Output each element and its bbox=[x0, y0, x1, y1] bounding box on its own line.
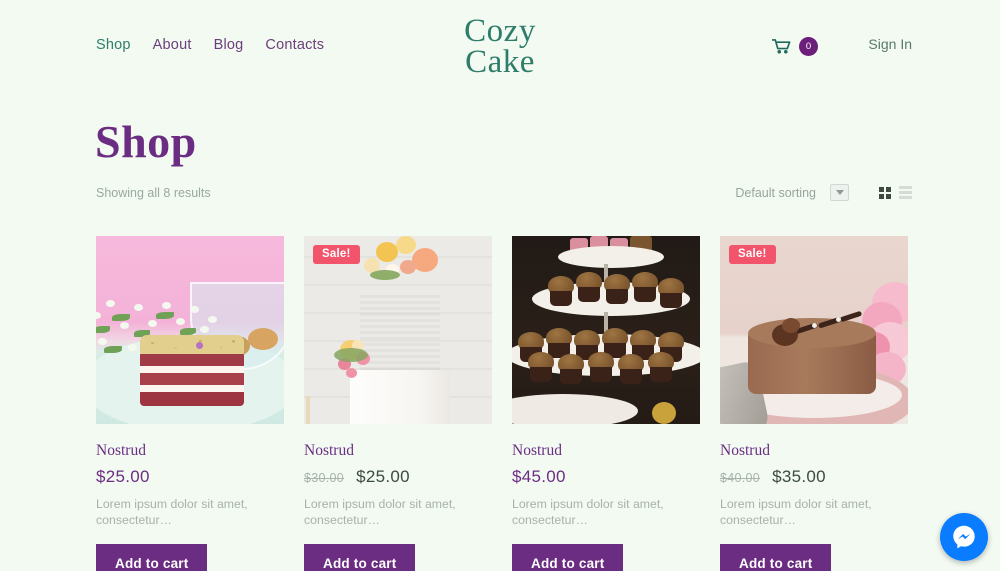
results-count: Showing all 8 results bbox=[96, 186, 211, 200]
product-price: $40.00 $35.00 bbox=[720, 467, 908, 487]
add-to-cart-button[interactable]: Add to cart bbox=[96, 544, 208, 571]
product-grid: Nostrud $25.00 Lorem ipsum dolor sit ame… bbox=[96, 236, 908, 571]
facebook-messenger-button[interactable] bbox=[940, 513, 988, 561]
product-title[interactable]: Nostrud bbox=[512, 442, 700, 460]
site-header: Shop About Blog Contacts Cozy Cake 0 Sig… bbox=[0, 0, 1000, 96]
product-image[interactable]: Sale! bbox=[304, 236, 492, 424]
page-title: Shop bbox=[95, 116, 197, 167]
cart-widget[interactable]: 0 bbox=[772, 37, 818, 56]
shop-toolbar: Default sorting bbox=[735, 184, 912, 201]
product-card: Nostrud $45.00 Lorem ipsum dolor sit ame… bbox=[512, 236, 700, 571]
product-description: Lorem ipsum dolor sit amet, consectetur… bbox=[512, 497, 664, 528]
product-description: Lorem ipsum dolor sit amet, consectetur… bbox=[96, 497, 248, 528]
product-price: $45.00 bbox=[512, 467, 700, 487]
product-card: Sale! Nostrud $40.00 $35.00 Lorem ipsum … bbox=[720, 236, 908, 571]
price-current: $45.00 bbox=[512, 467, 566, 486]
shop-page: Shop About Blog Contacts Cozy Cake 0 Sig… bbox=[0, 0, 1000, 571]
price-original: $40.00 bbox=[720, 471, 761, 485]
product-title[interactable]: Nostrud bbox=[720, 442, 908, 460]
header-actions: 0 Sign In bbox=[772, 36, 912, 58]
product-price: $30.00 $25.00 bbox=[304, 467, 492, 487]
product-title[interactable]: Nostrud bbox=[304, 442, 492, 460]
add-to-cart-button[interactable]: Add to cart bbox=[512, 544, 624, 571]
product-image[interactable] bbox=[96, 236, 284, 424]
product-description: Lorem ipsum dolor sit amet, consectetur… bbox=[720, 497, 872, 528]
add-to-cart-button[interactable]: Add to cart bbox=[720, 544, 832, 571]
sort-select-label[interactable]: Default sorting bbox=[735, 186, 816, 200]
sale-badge: Sale! bbox=[729, 245, 776, 264]
grid-view-icon[interactable] bbox=[879, 186, 891, 199]
cart-count-badge: 0 bbox=[799, 37, 818, 56]
facebook-messenger-icon bbox=[953, 525, 975, 549]
sign-in-link[interactable]: Sign In bbox=[868, 36, 912, 52]
product-price: $25.00 bbox=[96, 467, 284, 487]
product-description: Lorem ipsum dolor sit amet, consectetur… bbox=[304, 497, 456, 528]
product-title[interactable]: Nostrud bbox=[96, 442, 284, 460]
sort-dropdown[interactable] bbox=[830, 184, 849, 201]
sale-badge: Sale! bbox=[313, 245, 360, 264]
shopping-cart-icon bbox=[772, 39, 791, 54]
price-current: $35.00 bbox=[772, 467, 826, 486]
chevron-down-icon bbox=[835, 190, 844, 195]
product-card: Sale! Nostrud $30.00 $25.00 Lorem ipsum … bbox=[304, 236, 492, 571]
price-current: $25.00 bbox=[96, 467, 150, 486]
product-card: Nostrud $25.00 Lorem ipsum dolor sit ame… bbox=[96, 236, 284, 571]
list-view-icon[interactable] bbox=[899, 186, 912, 199]
add-to-cart-button[interactable]: Add to cart bbox=[304, 544, 416, 571]
view-mode-toggles bbox=[879, 186, 912, 199]
product-image[interactable] bbox=[512, 236, 700, 424]
price-original: $30.00 bbox=[304, 471, 345, 485]
product-image[interactable]: Sale! bbox=[720, 236, 908, 424]
price-current: $25.00 bbox=[356, 467, 410, 486]
